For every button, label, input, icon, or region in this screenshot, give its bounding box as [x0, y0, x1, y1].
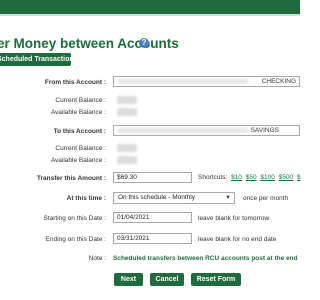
to-account-label: To this Account :: [53, 128, 106, 135]
shortcut-link[interactable]: $500: [279, 174, 293, 181]
end-date-hint: leave blank for no end date: [198, 236, 277, 243]
shortcut-link[interactable]: $50: [246, 174, 257, 181]
note-text: Scheduled transfers between RCU accounts…: [113, 255, 298, 262]
end-date-label: Ending on this Date :: [45, 236, 106, 243]
to-available-balance-value: [117, 156, 137, 164]
top-navigation-bar: [0, 0, 300, 14]
from-current-balance-label: Current Balance :: [55, 97, 106, 104]
start-date-input[interactable]: 01/04/2021: [113, 212, 192, 223]
to-current-balance-label: Current Balance :: [55, 145, 106, 152]
end-date-input[interactable]: 03/31/2021: [113, 233, 192, 244]
cancel-button[interactable]: Cancel: [150, 273, 184, 286]
to-current-balance-value: [117, 144, 137, 152]
from-account-type: CHECKING: [261, 78, 296, 85]
masked-account-number: [118, 79, 248, 84]
amount-label: Transfer this Amount :: [36, 175, 106, 182]
from-available-balance-value: [117, 108, 137, 116]
to-available-balance-label: Available Balance :: [50, 157, 106, 164]
shortcut-link[interactable]: $: [297, 174, 301, 181]
schedule-label: At this time :: [66, 195, 106, 202]
reset-form-button[interactable]: Reset Form: [191, 273, 241, 286]
help-icon[interactable]: ?: [139, 38, 149, 48]
shortcut-link[interactable]: $100: [260, 174, 274, 181]
note-label: Note :: [88, 255, 106, 262]
amount-input[interactable]: $69.30: [113, 172, 192, 183]
shortcuts-label: Shortcuts:: [198, 174, 228, 181]
next-button[interactable]: Next: [114, 273, 143, 286]
chevron-down-icon: ▼: [225, 195, 231, 201]
frequency-hint: once per month: [243, 195, 289, 202]
scheduled-transactions-button[interactable]: Scheduled Transactions: [0, 53, 78, 66]
shortcut-link[interactable]: $10: [231, 174, 242, 181]
from-account-label: From this Account :: [44, 79, 106, 86]
start-date-label: Starting on this Date :: [43, 215, 106, 222]
to-account-type: SAVINGS: [250, 127, 279, 134]
to-account-select[interactable]: SAVINGS: [113, 125, 300, 136]
amount-shortcuts: Shortcuts: $10 $50 $100 $500 $: [198, 174, 301, 181]
from-account-select[interactable]: CHECKING: [113, 76, 300, 87]
schedule-value: On this schedule - Monthly: [118, 194, 195, 201]
from-current-balance-value: [117, 96, 137, 104]
start-date-hint: leave blank for tomorrow: [198, 215, 270, 222]
page-title: er Money between Accounts: [0, 36, 179, 51]
header-divider: [0, 14, 300, 16]
schedule-select[interactable]: On this schedule - Monthly ▼: [113, 192, 235, 204]
masked-account-number: [118, 128, 248, 133]
from-available-balance-label: Available Balance :: [50, 109, 106, 116]
